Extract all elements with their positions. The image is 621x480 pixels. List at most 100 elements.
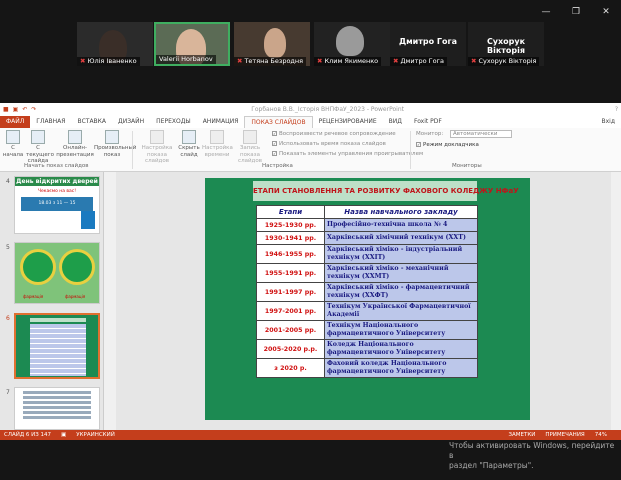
zoom-level[interactable]: 74% (595, 432, 607, 438)
notes-button[interactable]: ЗАМЕТКИ (508, 432, 535, 438)
participant-tile-active[interactable]: Valerii Horbanov (154, 22, 230, 66)
spellcheck-icon[interactable]: ▣ (61, 432, 66, 438)
participant-tile[interactable]: ✖ Юлія Іваненко (77, 22, 153, 66)
monitor-select[interactable]: Автоматически (450, 130, 512, 138)
poster-image (81, 211, 95, 229)
mic-muted-icon: ✖ (317, 57, 323, 65)
thumbnail-scrollbar[interactable] (104, 172, 116, 430)
hide-slide-button[interactable]: Скрыть слайд (178, 130, 200, 158)
thumb-number: 7 (6, 389, 10, 396)
slide-thumbnail-6[interactable] (14, 313, 100, 379)
comments-button[interactable]: ПРИМЕЧАНИЯ (545, 432, 584, 438)
stage-years: з 2020 р. (256, 358, 325, 378)
institution-name: Професійно-технічна школа № 4 (324, 218, 478, 232)
hide-slide-icon (182, 130, 196, 144)
tab-design[interactable]: ДИЗАЙН (112, 116, 150, 128)
slide-thumbnail-4[interactable]: День відкритих дверей Чекаємо на вас! 18… (14, 176, 100, 234)
setup-icon (150, 130, 164, 144)
table-row: 1955-1991 рр. Харківський хіміко - механі… (256, 263, 478, 283)
column-header-institution: Назва навчального закладу (324, 205, 478, 219)
institution-name: Технікум Української Фармацевтичної Акад… (324, 301, 478, 321)
save-icon[interactable]: ▣ (13, 106, 19, 113)
language-indicator[interactable]: УКРАИНСКИЙ (76, 432, 115, 438)
tab-file[interactable]: ФАЙЛ (0, 116, 31, 128)
sign-in-link[interactable]: Вхід (596, 116, 621, 128)
slide-scrollbar[interactable] (611, 172, 621, 430)
thumb-title: День відкритих дверей (15, 177, 99, 186)
participant-tile[interactable]: ✖ Тетяна Безродня (234, 22, 310, 66)
status-bar: СЛАЙД 6 ИЗ 147 ▣ УКРАИНСКИЙ ЗАМЕТКИ ПРИМ… (0, 430, 621, 440)
thumb-caption: фармація (65, 294, 86, 299)
help-icon[interactable]: ? (615, 106, 618, 113)
slide-title: ЕТАПИ СТАНОВЛЕННЯ ТА РОЗВИТКУ ФАХОВОГО К… (253, 181, 519, 201)
presenter-view-checkbox[interactable]: ✓ Режим докладчика (416, 142, 479, 148)
tab-review[interactable]: РЕЦЕНЗИРОВАНИЕ (313, 116, 383, 128)
custom-show-button[interactable]: Произвольный показ (94, 130, 136, 158)
activation-line: Чтобы активировать Windows, перейдите в (449, 441, 615, 460)
participant-tile[interactable]: ✖ Клим Якименко (314, 22, 390, 66)
tab-insert[interactable]: ВСТАВКА (71, 116, 112, 128)
group-separator (132, 131, 133, 169)
tab-home[interactable]: ГЛАВНАЯ (30, 116, 71, 128)
document-title: Горбанов В.В._Історія ВНПФаУ_2023 - Powe… (251, 106, 404, 113)
slide-thumbnails: 4 День відкритих дверей Чекаємо на вас! … (0, 172, 104, 430)
institution-name: Харківський хіміко - механічний технікум… (324, 263, 478, 283)
participant-strip: ✖ Юлія Іваненко Valerii Horbanov ✖ Тетяна … (0, 22, 621, 68)
minimize-button[interactable]: — (531, 6, 561, 18)
table-row: 1946-1955 рр. Харківський хіміко - індуст… (256, 244, 478, 264)
logo-image (59, 249, 95, 285)
thumb-table (30, 324, 86, 376)
mic-muted-icon: ✖ (237, 57, 243, 65)
thumb-number: 5 (6, 244, 10, 251)
record-show-button[interactable]: Запись показа слайдов (232, 130, 268, 165)
close-button[interactable]: ✕ (591, 6, 621, 18)
from-current-button[interactable]: С текущего слайда (26, 130, 54, 165)
institution-name: Технікум Національного фармацевтичного У… (324, 320, 478, 340)
media-controls-checkbox[interactable]: ✓ Показать элементы управления проигрыват… (272, 151, 423, 157)
record-icon (243, 130, 257, 144)
group-label-setup: Настройка (262, 163, 293, 169)
tab-slide-show[interactable]: ПОКАЗ СЛАЙДОВ (244, 115, 313, 129)
slide-thumbnail-7[interactable] (14, 387, 100, 430)
participant-tile[interactable]: Сухорук Вікторія ✖ Сухорук Вікторія (468, 22, 544, 66)
rehearse-timings-button[interactable]: Настройка времени (202, 130, 233, 158)
stage-years: 1946-1955 рр. (256, 244, 325, 264)
group-label-monitors: Мониторы (452, 163, 482, 169)
thumb-subtitle: Чекаємо на вас! (37, 189, 77, 194)
thumb-info: 18.03 з 11 — 15 (21, 197, 93, 211)
tab-view[interactable]: ВИД (383, 116, 408, 128)
play-icon (6, 130, 20, 144)
monitor-label: Монитор: (416, 131, 444, 137)
stage-years: 1930-1941 рр. (256, 231, 325, 245)
mic-muted-icon: ✖ (471, 57, 477, 65)
history-table: Етапи Назва навчального закладу 1925-193… (256, 205, 478, 378)
title-bar: ■ ▣ ↶ ↷ Горбанов В.В._Історія ВНПФаУ_202… (0, 103, 621, 116)
table-row: 1997-2001 рр. Технікум Української Фармац… (256, 301, 478, 321)
logo-image (20, 249, 56, 285)
current-slide[interactable]: ЕТАПИ СТАНОВЛЕННЯ ТА РОЗВИТКУ ФАХОВОГО К… (205, 178, 530, 420)
restore-button[interactable]: ❐ (561, 6, 591, 18)
tab-foxit[interactable]: Foxit PDF (408, 116, 448, 128)
stage-years: 1991-1997 рр. (256, 282, 325, 302)
activation-line: раздел "Параметры". (449, 461, 534, 470)
powerpoint-logo-icon: ■ (3, 106, 9, 113)
narration-checkbox[interactable]: ✓ Воспроизвести речевое сопровождение (272, 131, 396, 137)
redo-icon[interactable]: ↷ (31, 106, 36, 113)
table-row: 1991-1997 рр. Харківський хіміко - фармац… (256, 282, 478, 302)
table-row: 2001-2005 рр. Технікум Національного фарм… (256, 320, 478, 340)
slide-thumbnail-5[interactable]: фармація фармація (14, 242, 100, 304)
table-row: з 2020 р. Фаховий коледж Національного фа… (256, 358, 478, 378)
timings-checkbox[interactable]: ✓ Использовать время показа слайдов (272, 141, 386, 147)
ribbon: С начала С текущего слайда Онлайн-презен… (0, 128, 621, 172)
setup-show-button[interactable]: Настройка показа слайдов (136, 130, 178, 165)
tab-animation[interactable]: АНИМАЦИЯ (197, 116, 245, 128)
stage-years: 2005-2020 р.р. (256, 339, 325, 359)
undo-icon[interactable]: ↶ (22, 106, 27, 113)
slide-counter: СЛАЙД 6 ИЗ 147 (4, 432, 52, 438)
participant-tile[interactable]: Дмитро Гога ✖ Дмитро Гога (390, 22, 466, 66)
from-beginning-button[interactable]: С начала (2, 130, 24, 158)
thumb-title-bar (30, 318, 86, 322)
powerpoint-window: ■ ▣ ↶ ↷ Горбанов В.В._Історія ВНПФаУ_202… (0, 103, 621, 440)
online-presentation-button[interactable]: Онлайн-презентация (56, 130, 94, 158)
tab-transitions[interactable]: ПЕРЕХОДЫ (150, 116, 197, 128)
